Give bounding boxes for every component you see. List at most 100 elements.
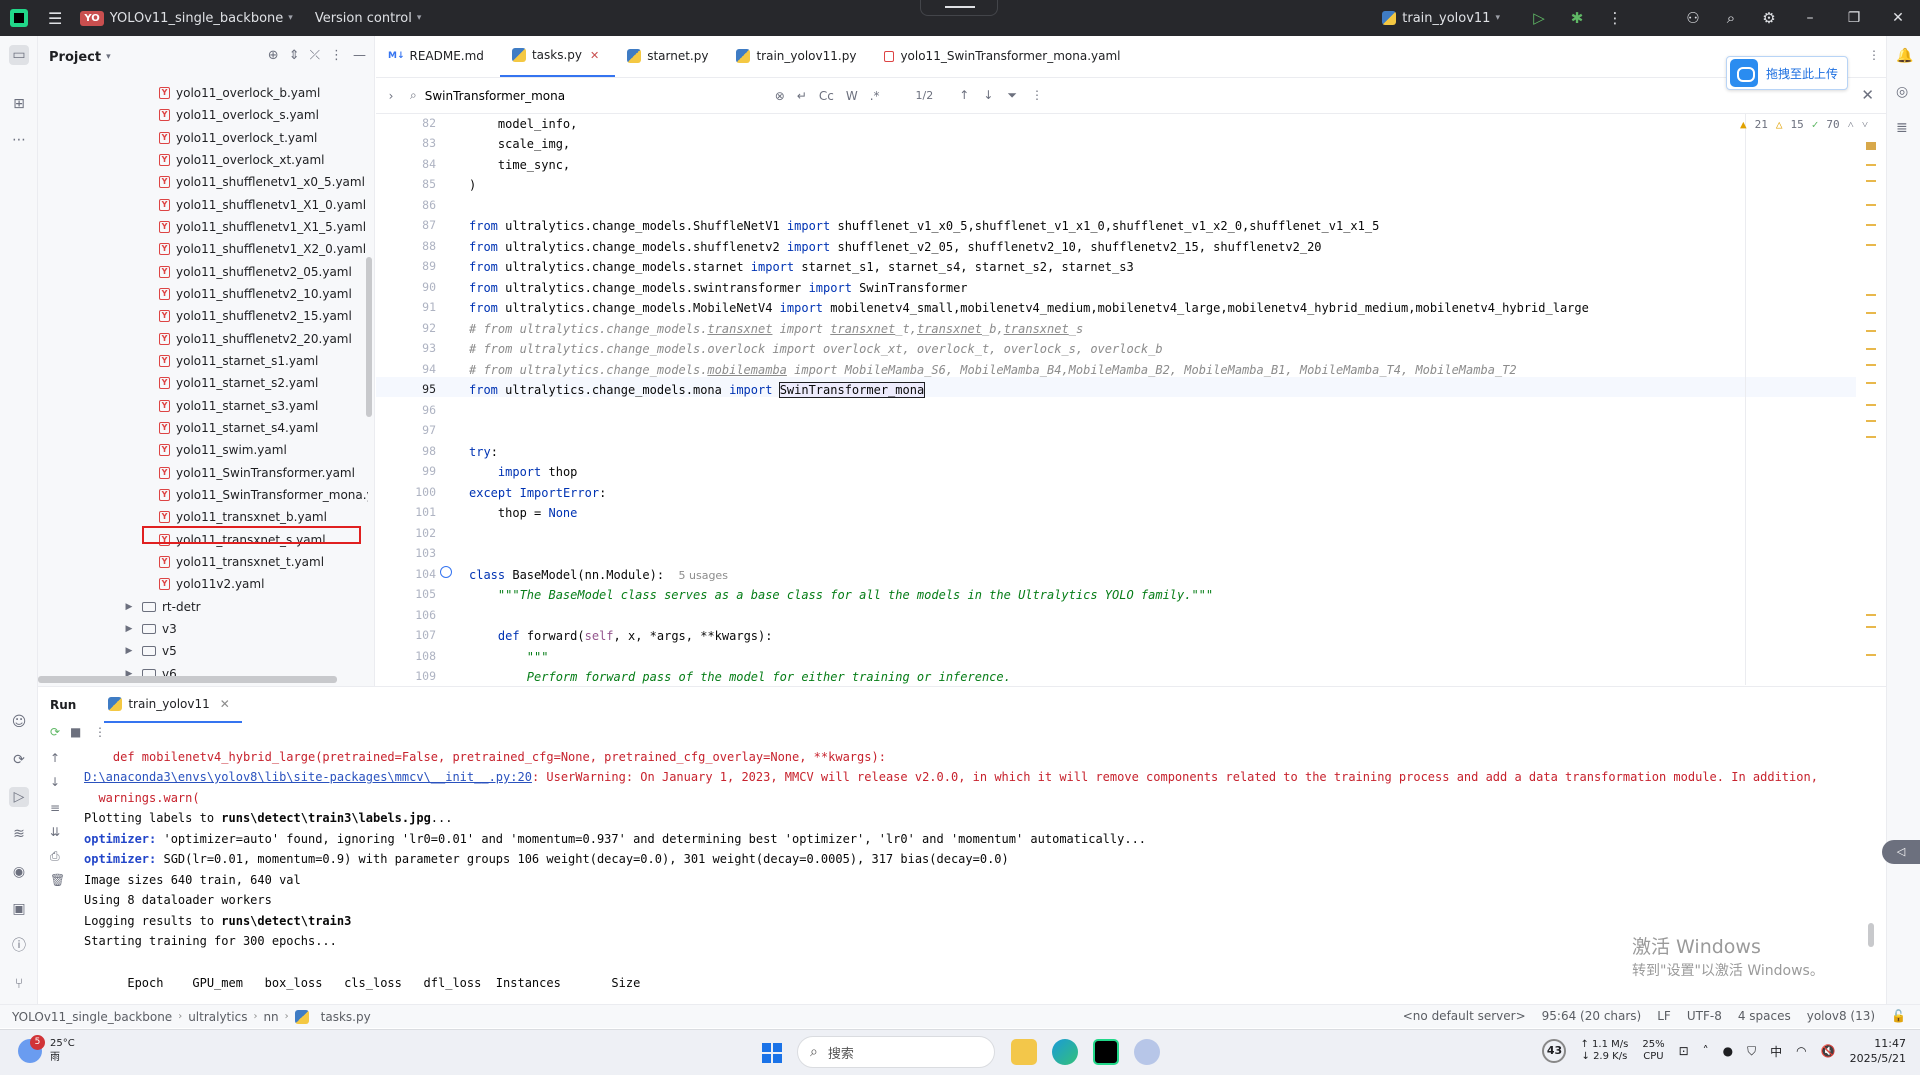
server-status[interactable]: <no default server> (1403, 1009, 1526, 1023)
more-tools-icon[interactable]: ⋯ (9, 130, 29, 150)
line-separator[interactable]: LF (1657, 1009, 1671, 1023)
ai-assistant-icon[interactable]: ◎ (1896, 84, 1908, 100)
tree-horizontal-scrollbar[interactable] (38, 676, 337, 683)
locate-file-icon[interactable]: ⊕ (268, 48, 279, 63)
stop-icon[interactable]: ■ (70, 725, 81, 739)
tab-train-yolov11[interactable]: train_yolov11.py (724, 35, 872, 77)
tree-file-row[interactable]: Yyolo11_shufflenetv2_05.yaml (159, 261, 352, 283)
lock-icon[interactable]: 🔓 (1891, 1009, 1906, 1023)
tree-file-row[interactable]: Yyolo11_overlock_xt.yaml (159, 149, 324, 171)
options-icon[interactable]: ⋮ (330, 48, 343, 63)
more-tabs-icon[interactable]: ⋮ (1868, 48, 1880, 62)
tree-file-row[interactable]: Yyolo11_transxnet_t.yaml (159, 551, 324, 573)
expand-all-icon[interactable]: ⇕ (289, 48, 300, 63)
chevron-down-icon[interactable]: ▾ (288, 13, 293, 23)
windows-start-icon[interactable] (762, 1043, 782, 1063)
implemented-by-icon[interactable] (440, 566, 452, 578)
version-control-menu[interactable]: Version control (315, 11, 412, 26)
console-scrollbar[interactable] (1868, 923, 1874, 947)
run-configuration-selector[interactable]: train_yolov11 ▾ (1382, 11, 1500, 26)
minimize-icon[interactable]: – (1788, 10, 1832, 26)
scroll-up-icon[interactable]: ↑ (50, 751, 60, 765)
rerun-icon[interactable]: ⟳ (50, 725, 60, 739)
add-user-icon[interactable]: ⚇ (1674, 9, 1712, 27)
scroll-down-icon[interactable]: ↓ (50, 775, 60, 789)
taskbar-search[interactable]: ⌕ 搜索 (797, 1036, 995, 1068)
tree-file-row[interactable]: Yyolo11_shufflenetv2_15.yaml (159, 305, 352, 327)
inspection-widget[interactable]: ▲ 21 △ 15 ✓ 70 ˄ ˅ (1740, 118, 1868, 131)
project-folder-icon[interactable]: ▭ (9, 45, 29, 65)
hide-panel-icon[interactable]: — (353, 48, 366, 63)
side-collapse-handle[interactable]: ◁ (1882, 840, 1920, 864)
tree-file-row[interactable]: Yyolo11_shufflenetv2_20.yaml (159, 328, 352, 350)
filter-icon[interactable]: ⏷ (1007, 88, 1017, 103)
debug-icon[interactable]: ✱ (1558, 9, 1596, 27)
chevron-right-icon[interactable]: ▶ (124, 646, 134, 656)
tab-readme[interactable]: M↓ README.md (376, 35, 500, 77)
tree-file-row[interactable]: Yyolo11_starnet_s1.yaml (159, 350, 318, 372)
ime-indicator[interactable]: 中 (1770, 1043, 1782, 1060)
tree-file-row[interactable]: Yyolo11_shufflenetv1_X2_0.yaml (159, 238, 366, 260)
match-case-toggle[interactable]: Cc (819, 89, 834, 103)
main-menu-icon[interactable]: ☰ (48, 9, 62, 28)
clock[interactable]: 11:47 2025/5/21 (1850, 1036, 1906, 1066)
edge-browser-icon[interactable] (1052, 1039, 1078, 1065)
volume-muted-icon[interactable]: 🔇 (1821, 1044, 1836, 1058)
usages-hint[interactable]: 5 usages (679, 569, 728, 582)
close-tab-icon[interactable]: ✕ (220, 697, 230, 711)
indent-setting[interactable]: 4 spaces (1738, 1009, 1791, 1023)
error-stripe[interactable] (1866, 114, 1876, 685)
close-window-icon[interactable]: ✕ (1876, 10, 1920, 26)
upload-drop-button[interactable]: 拖拽至此上传 (1726, 56, 1848, 90)
previous-match-icon[interactable]: ↑ (959, 88, 969, 103)
more-options-icon[interactable]: ⋮ (1031, 88, 1043, 103)
tree-folder-row[interactable]: ▶ v5 (124, 640, 177, 662)
notifications-icon[interactable]: 🔔 (1896, 48, 1913, 64)
run-icon[interactable]: ▷ (1520, 9, 1558, 27)
tab-yaml[interactable]: yolo11_SwinTransformer_mona.yaml (872, 35, 1136, 77)
words-toggle[interactable]: W (846, 89, 858, 103)
tree-file-row[interactable]: Yyolo11_shufflenetv1_x0_5.yaml (159, 171, 365, 193)
more-actions-icon[interactable]: ⋮ (1596, 9, 1634, 27)
print-icon[interactable]: ⎙ (50, 849, 60, 864)
regex-toggle[interactable]: .* (870, 89, 880, 103)
find-input[interactable] (424, 88, 765, 103)
tray-app-icon[interactable]: ● (1723, 1044, 1733, 1058)
tree-file-row[interactable]: Yyolo11_shufflenetv1_X1_5.yaml (159, 216, 366, 238)
chevron-up-icon[interactable]: ˄ (1848, 118, 1854, 131)
chevron-right-icon[interactable]: ▶ (124, 624, 134, 634)
caret-position[interactable]: 95:64 (20 chars) (1542, 1009, 1642, 1023)
tree-folder-row[interactable]: ▶ rt-detr (124, 596, 201, 618)
tree-folder-row[interactable]: ▶ v3 (124, 618, 177, 640)
tree-file-row[interactable]: Yyolo11_transxnet_b.yaml (159, 506, 327, 528)
project-name[interactable]: YOLOv11_single_backbone (110, 11, 284, 26)
chevron-up-icon[interactable]: ˄ (1703, 1044, 1709, 1058)
python-packages-icon[interactable]: ☺ (9, 712, 29, 732)
breadcrumb-item[interactable]: tasks.py (321, 1010, 371, 1024)
settings-icon[interactable]: ⚙ (1750, 9, 1788, 27)
tree-file-row[interactable]: Yyolo11_swim.yaml (159, 439, 287, 461)
git-icon[interactable]: ⑂ (9, 974, 29, 994)
avatar-app-icon[interactable] (1134, 1039, 1160, 1065)
chevron-down-icon[interactable]: ▾ (106, 52, 111, 62)
layers-icon[interactable]: ≋ (9, 824, 29, 844)
debug-tool-icon[interactable]: ◉ (9, 862, 29, 882)
chevron-down-icon[interactable]: ▾ (417, 13, 422, 23)
breadcrumb-item[interactable]: ultralytics (188, 1010, 247, 1024)
tab-tasks[interactable]: tasks.py ✕ (499, 35, 616, 77)
terminal-icon[interactable]: ▣ (9, 899, 29, 919)
tray-counter[interactable]: 43 (1542, 1039, 1567, 1063)
tree-file-row[interactable]: Yyolo11_overlock_t.yaml (159, 127, 317, 149)
close-find-icon[interactable]: ✕ (1861, 86, 1874, 104)
screenshot-tool-icon[interactable]: ⊡ (1679, 1044, 1689, 1058)
weather-widget[interactable]: 5 25°C 雨 (18, 1035, 75, 1065)
tree-file-row[interactable]: Yyolo11_starnet_s3.yaml (159, 395, 318, 417)
new-line-icon[interactable]: ↵ (797, 89, 807, 103)
file-explorer-icon[interactable] (1011, 1039, 1037, 1065)
tree-file-row[interactable]: Yyolo11_overlock_s.yaml (159, 104, 319, 126)
python-interpreter[interactable]: yolov8 (13) (1807, 1009, 1875, 1023)
tree-file-row[interactable]: Yyolo11_shufflenetv1_X1_0.yaml (159, 194, 366, 216)
collapse-all-icon[interactable]: ⤫ (310, 48, 320, 63)
security-icon[interactable]: ⛉ (1747, 1044, 1756, 1059)
soft-wrap-icon[interactable]: ≡ (50, 801, 60, 815)
